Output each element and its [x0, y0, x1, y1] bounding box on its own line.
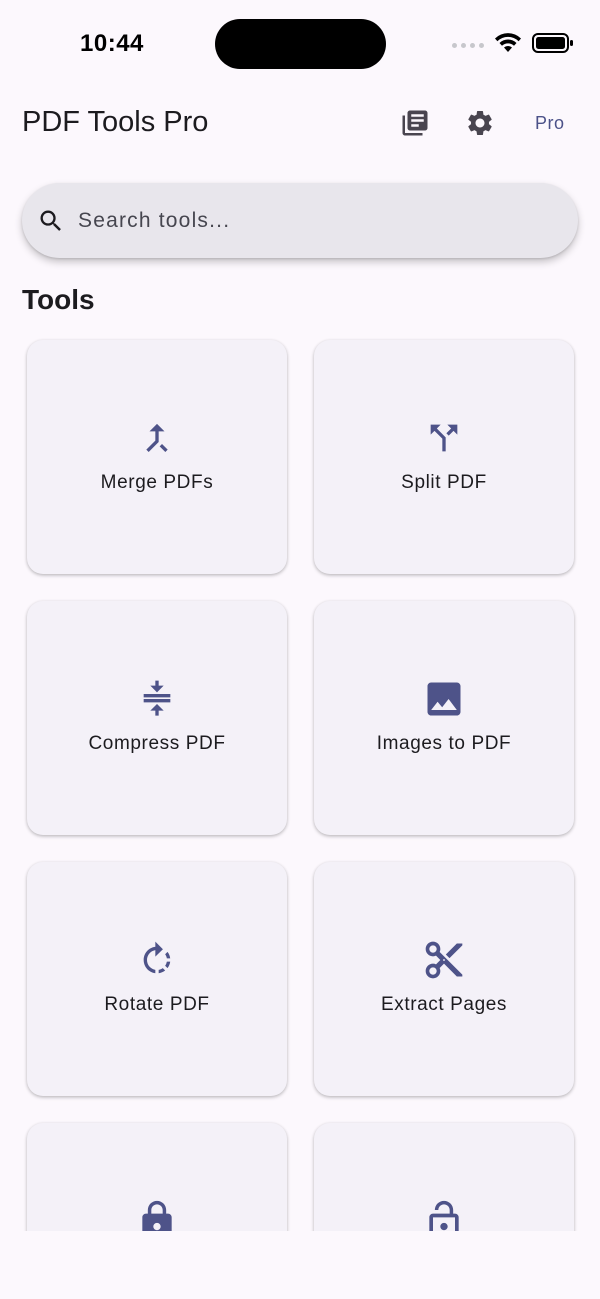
image-icon: [422, 677, 466, 721]
section-title: Tools: [22, 284, 95, 315]
tool-label: Split PDF: [401, 472, 487, 493]
tools-grid-viewport: Merge PDFs Split PDF Compress PDF Images…: [0, 330, 600, 1231]
search-icon: [36, 206, 66, 236]
app-title: PDF Tools Pro: [22, 106, 209, 138]
merge-icon: [135, 416, 179, 460]
dynamic-island: [215, 19, 386, 69]
tool-label: Merge PDFs: [100, 472, 214, 493]
wifi-icon: [494, 32, 522, 59]
search-bar[interactable]: [22, 183, 578, 258]
tool-card-split-pdf[interactable]: Split PDF: [314, 340, 574, 574]
tool-card-unlock-pdf[interactable]: [314, 1123, 574, 1231]
tool-card-merge-pdfs[interactable]: Merge PDFs: [27, 340, 287, 574]
tool-label: Images to PDF: [376, 733, 512, 754]
lock-icon: [135, 1199, 179, 1231]
pro-button[interactable]: Pro: [535, 110, 565, 136]
lock-open-icon: [422, 1199, 466, 1231]
tool-card-protect-pdf[interactable]: [27, 1123, 287, 1231]
tool-label: Rotate PDF: [104, 994, 210, 1015]
scissors-icon: [422, 938, 466, 982]
tools-grid: Merge PDFs Split PDF Compress PDF Images…: [27, 340, 574, 1231]
tool-label: Extract Pages: [380, 994, 508, 1015]
library-books-icon[interactable]: [400, 108, 430, 138]
tool-card-compress-pdf[interactable]: Compress PDF: [27, 601, 287, 835]
compress-icon: [135, 677, 179, 721]
status-time: 10:44: [80, 30, 144, 57]
gear-icon[interactable]: [465, 108, 495, 138]
search-input[interactable]: [78, 208, 518, 233]
app-bar: PDF Tools Pro Pro: [0, 88, 600, 158]
status-indicators: [452, 32, 574, 59]
tool-card-rotate-pdf[interactable]: Rotate PDF: [27, 862, 287, 1096]
cellular-signal-icon: [452, 43, 484, 48]
battery-icon: [532, 33, 574, 58]
split-icon: [422, 416, 466, 460]
tool-label: Compress PDF: [88, 733, 226, 754]
status-bar: 10:44: [0, 0, 600, 88]
tool-card-extract-pages[interactable]: Extract Pages: [314, 862, 574, 1096]
tool-card-images-to-pdf[interactable]: Images to PDF: [314, 601, 574, 835]
rotate-icon: [135, 938, 179, 982]
